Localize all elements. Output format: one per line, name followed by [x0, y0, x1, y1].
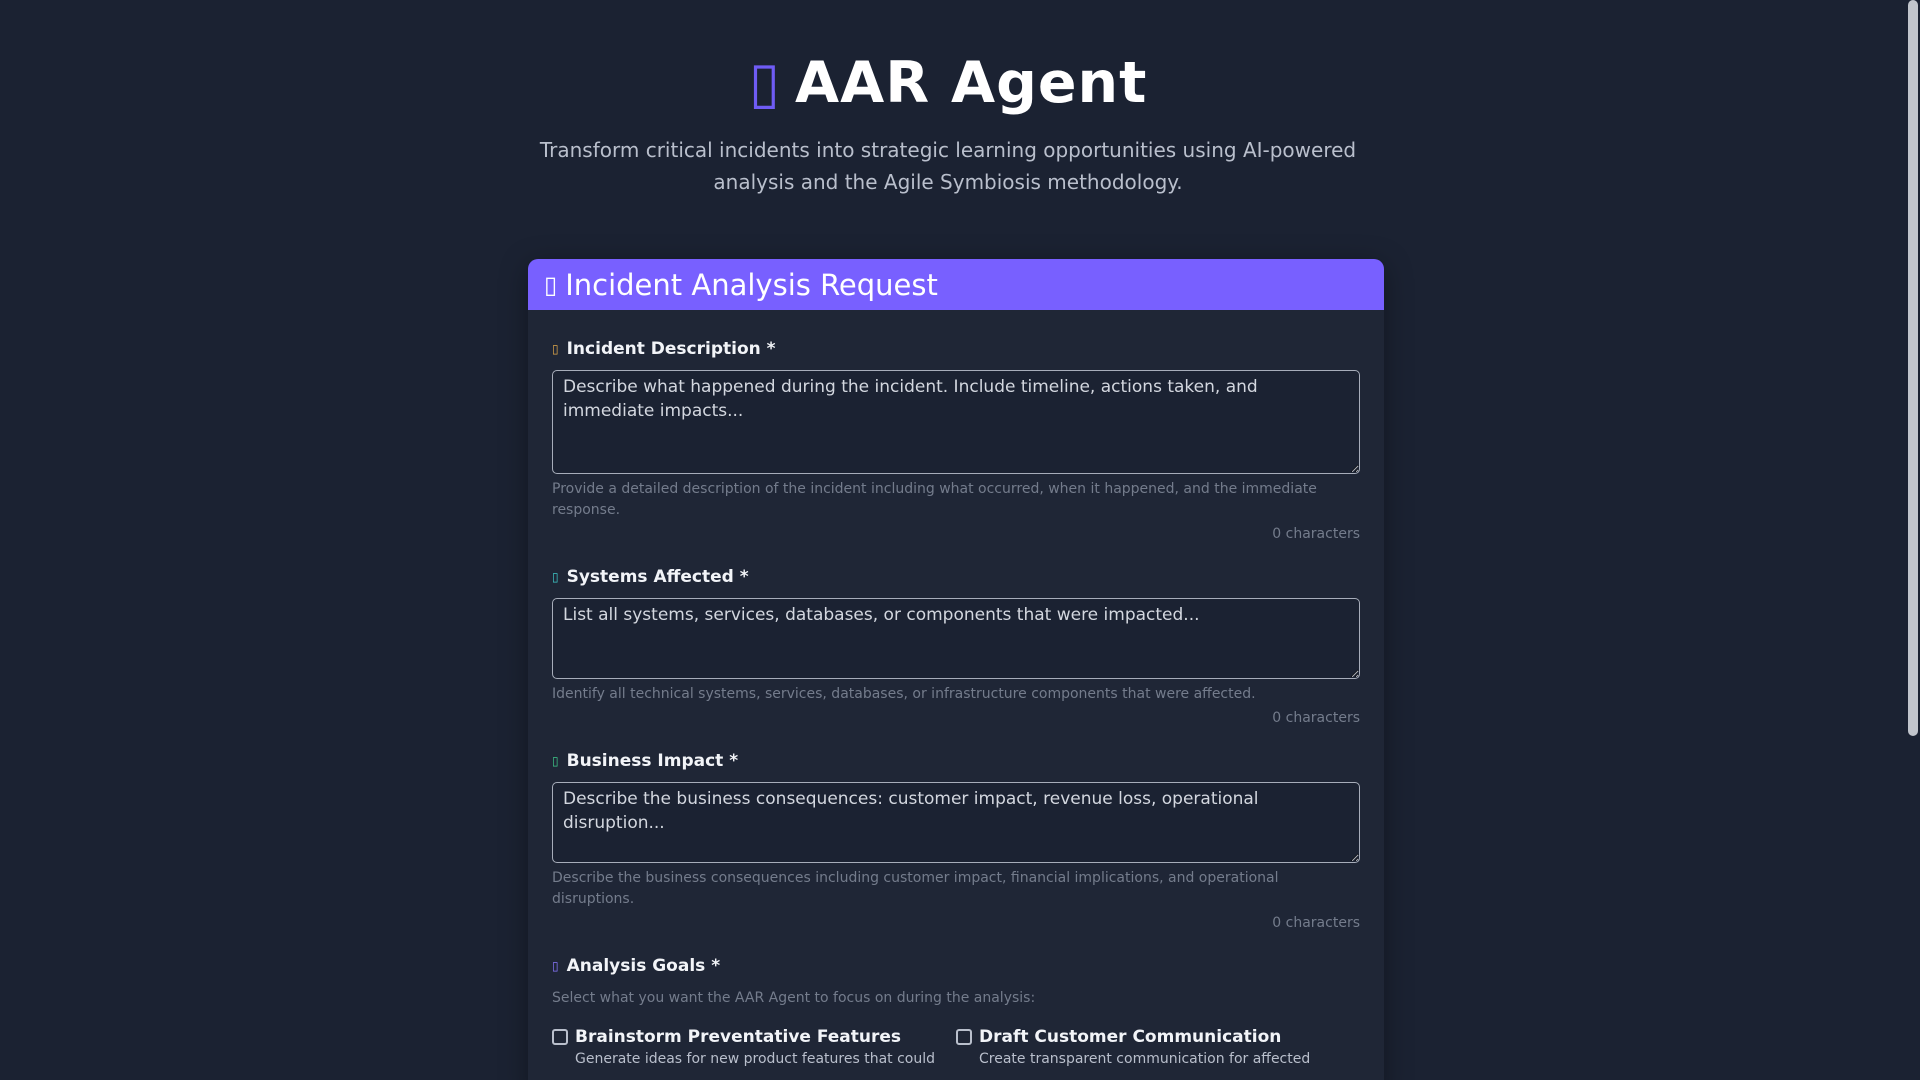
- systems-affected-label-text: Systems Affected *: [566, 567, 749, 587]
- analysis-goals-options: Brainstorm Preventative Features Generat…: [552, 1026, 1360, 1070]
- systems-affected-input[interactable]: [552, 598, 1360, 679]
- goal-option-preventative-features[interactable]: Brainstorm Preventative Features Generat…: [552, 1026, 956, 1070]
- app-subtitle: Transform critical incidents into strate…: [539, 138, 1357, 194]
- business-impact-label: ▯ Business Impact *: [552, 750, 1360, 772]
- systems-affected-label: ▯ Systems Affected *: [552, 566, 1360, 588]
- form-body: ▯ Incident Description * Provide a detai…: [528, 338, 1384, 1070]
- scrollbar-thumb[interactable]: [1908, 0, 1918, 736]
- incident-description-label-text: Incident Description *: [566, 339, 776, 359]
- analysis-goals-label-text: Analysis Goals *: [566, 956, 721, 976]
- form-header: ▯ Incident Analysis Request: [528, 259, 1384, 310]
- systems-affected-field: ▯ Systems Affected * Identify all techni…: [552, 566, 1360, 726]
- analysis-goals-label: ▯ Analysis Goals *: [552, 955, 1360, 977]
- analysis-goals-field: ▯ Analysis Goals * Select what you want …: [552, 955, 1360, 1070]
- clipboard-icon: ▯: [544, 270, 558, 299]
- hero-section: ▯ AAR Agent Transform critical incidents …: [0, 0, 1896, 198]
- analysis-goals-intro: Select what you want the AAR Agent to fo…: [552, 990, 1036, 1006]
- business-impact-field: ▯ Business Impact * Describe the busines…: [552, 750, 1360, 931]
- goal-title: Brainstorm Preventative Features: [575, 1027, 902, 1047]
- incident-analysis-form: ▯ Incident Analysis Request ▯ Incident D…: [528, 259, 1384, 1080]
- goal-checkbox-preventative-features[interactable]: [552, 1029, 568, 1045]
- target-icon: ▯: [552, 959, 559, 973]
- goal-title: Draft Customer Communication: [979, 1027, 1282, 1047]
- goal-description: Generate ideas for new product features …: [575, 1051, 936, 1067]
- incident-description-help: Provide a detailed description of the in…: [552, 481, 1317, 518]
- business-impact-label-text: Business Impact *: [566, 751, 739, 771]
- server-icon: ▯: [552, 570, 559, 584]
- goal-option-customer-communication[interactable]: Draft Customer Communication Create tran…: [956, 1026, 1360, 1070]
- incident-description-label: ▯ Incident Description *: [552, 338, 1360, 360]
- page-scrollbar[interactable]: [1906, 0, 1920, 1080]
- goal-description: Create transparent communication for aff…: [979, 1051, 1311, 1067]
- goal-text: Brainstorm Preventative Features Generat…: [575, 1026, 935, 1070]
- goal-text: Draft Customer Communication Create tran…: [979, 1026, 1310, 1070]
- systems-affected-char-count: 0 characters: [1272, 710, 1360, 726]
- warning-icon: ▯: [552, 342, 559, 356]
- business-impact-input[interactable]: [552, 782, 1360, 863]
- app-title: ▯ AAR Agent: [0, 0, 1896, 116]
- incident-description-char-count: 0 characters: [1272, 526, 1360, 542]
- goal-checkbox-customer-communication[interactable]: [956, 1029, 972, 1045]
- robot-icon: ▯: [748, 50, 781, 116]
- business-impact-char-count: 0 characters: [1272, 915, 1360, 931]
- incident-description-field: ▯ Incident Description * Provide a detai…: [552, 338, 1360, 542]
- business-impact-help: Describe the business consequences inclu…: [552, 870, 1279, 907]
- incident-description-input[interactable]: [552, 370, 1360, 474]
- chart-icon: ▯: [552, 754, 559, 768]
- form-title: Incident Analysis Request: [565, 267, 938, 302]
- app-title-text: AAR Agent: [795, 50, 1148, 116]
- page: ▯ AAR Agent Transform critical incidents …: [0, 0, 1920, 1080]
- systems-affected-help: Identify all technical systems, services…: [552, 686, 1256, 702]
